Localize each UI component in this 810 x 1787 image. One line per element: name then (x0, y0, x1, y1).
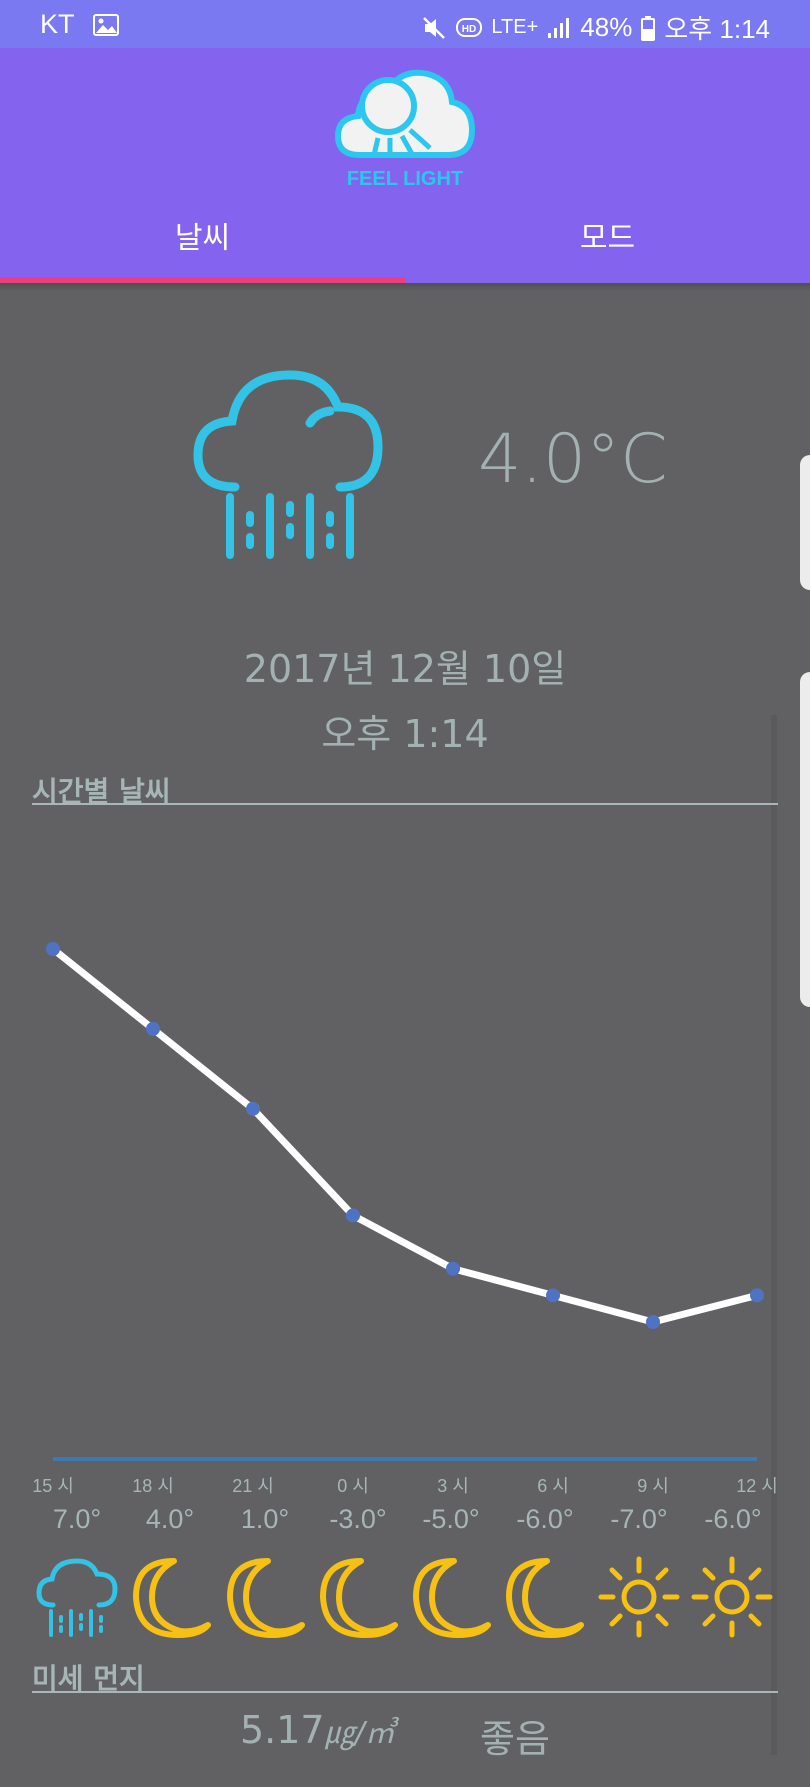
battery-icon (641, 15, 656, 41)
temperature-point (546, 1288, 560, 1303)
temperature-line (50, 946, 758, 1326)
battery-percent: 48% (580, 12, 633, 42)
app-logo: FEEL LIGHT (330, 60, 480, 190)
dust-value: 5.17㎍/㎥ (240, 1708, 395, 1752)
status-bar: KT HD LTE+ 48% 오후 1:14 (0, 0, 810, 48)
temperature-point (146, 1021, 160, 1036)
sun-icon (597, 1555, 681, 1639)
dust-status: 좋음 (480, 1717, 550, 1761)
rain-icon (35, 1555, 119, 1639)
temperature-point (46, 942, 60, 956)
rain-icon (193, 370, 383, 559)
hour-temperature: -3.0° (329, 1504, 387, 1534)
temperature-point (346, 1208, 360, 1223)
header-shadow (0, 283, 810, 291)
hour-label: 18 시 (132, 1476, 174, 1496)
temperature-point (750, 1288, 764, 1303)
signal-icon (548, 17, 570, 38)
hour-label: 0 시 (337, 1476, 369, 1496)
carrier-label: KT (40, 9, 75, 39)
moon-icon (503, 1555, 587, 1639)
app-header: FEEL LIGHT 날씨 모드 (0, 48, 810, 283)
svg-text:HD: HD (462, 24, 476, 35)
hour-label: 6 시 (537, 1476, 569, 1496)
temperature-point (446, 1261, 460, 1276)
hour-label: 9 시 (637, 1476, 669, 1496)
current-weather-icon (190, 365, 390, 565)
temperature-point (646, 1315, 660, 1329)
hour-temperature: 4.0° (145, 1504, 195, 1534)
hour-temperature: 7.0° (52, 1504, 102, 1534)
current-date: 2017년 12월 10일 (243, 647, 567, 691)
current-temperature: 4.0°C (478, 420, 668, 499)
hour-temperature: -6.0° (704, 1504, 762, 1534)
dust-number: 5.17 (240, 1708, 325, 1752)
moon-icon (317, 1555, 401, 1639)
tab-weather[interactable]: 날씨 (0, 213, 405, 257)
hour-label: 12 시 (736, 1476, 778, 1496)
hour-label: 21 시 (232, 1476, 274, 1496)
hour-label: 3 시 (437, 1476, 469, 1496)
sun-icon (690, 1555, 774, 1639)
hd-icon: HD (456, 17, 483, 37)
moon-icon (410, 1555, 494, 1639)
current-time: 오후 1:14 (321, 712, 489, 756)
dust-divider (32, 1691, 778, 1693)
hour-temperature: -7.0° (610, 1504, 668, 1534)
hourly-divider (32, 803, 778, 805)
moon-icon (130, 1555, 214, 1639)
mute-icon (423, 16, 446, 39)
tab-mode[interactable]: 모드 (405, 213, 810, 257)
hour-temperature: -5.0° (422, 1504, 480, 1534)
edge-panel-handle-top[interactable] (800, 455, 810, 590)
network-label: LTE+ (491, 16, 539, 38)
hour-label: 15 시 (32, 1476, 74, 1496)
hourly-temperature-chart (46, 942, 764, 1329)
logo-text: FEEL LIGHT (346, 168, 464, 190)
hour-temperature: 1.0° (240, 1504, 290, 1534)
hour-temperature: -6.0° (516, 1504, 574, 1534)
moon-icon (224, 1555, 308, 1639)
logo-icon (334, 69, 476, 158)
chart-axis-line (53, 1457, 757, 1461)
status-time: 오후 1:14 (664, 14, 770, 44)
temperature-point (246, 1101, 260, 1116)
dust-unit: ㎍/㎥ (324, 1716, 395, 1751)
gallery-icon (92, 13, 119, 36)
